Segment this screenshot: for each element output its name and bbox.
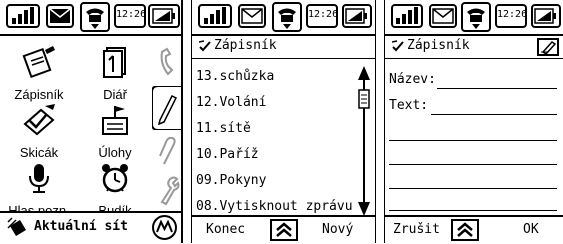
phone-icon[interactable] [156,46,180,80]
text-line[interactable] [389,140,557,141]
title-bar: Zápisník [192,36,375,59]
wrench-icon[interactable] [156,174,180,208]
screen-title: Zápisník [214,38,277,53]
notepad-icon [22,46,55,79]
text-field[interactable] [431,114,557,115]
name-label: Název: [389,72,436,87]
name-field[interactable] [437,88,557,89]
pencil-icon [541,41,557,55]
text-label: Text: [389,98,429,113]
battery-icon [342,4,372,28]
text-line[interactable] [389,164,557,165]
clock-display: 12:26 [306,4,338,28]
notes-list: 13.schůzka 12.Volání 11.sítě 10.Paříž 09… [196,64,362,220]
battery-icon [531,4,561,28]
text-line[interactable] [389,188,557,189]
signal-strength-icon [391,4,423,28]
scrollbar[interactable] [357,64,371,218]
status-bar: 12:26 [0,0,181,36]
clock-time: 12:26 [308,9,339,20]
microphone-icon [29,164,49,193]
clock-display: 12:26 [114,4,146,28]
app-label: Úlohy [98,145,132,160]
pencil-icon[interactable] [152,86,181,130]
network-icon [7,217,26,236]
app-sketchpad[interactable]: Skicák [4,104,74,162]
paperclip-icon[interactable] [156,136,180,170]
new-button[interactable]: Nový [322,222,353,237]
category-tabs [152,36,181,212]
app-notepad[interactable]: Zápisník [4,46,74,104]
title-bar: Zápisník [385,36,563,59]
alarm-clock-icon [102,164,128,193]
app-tasks[interactable]: Úlohy [80,104,150,162]
notepad-icon [198,40,211,52]
clock-time: 12:26 [497,9,528,20]
exit-button[interactable]: Konec [206,222,245,237]
menu-button[interactable] [451,219,479,241]
network-status-bar: Aktuální sít [0,211,181,243]
list-item[interactable]: 11.sítě [196,116,362,142]
signal-strength-icon [6,4,40,28]
envelope-icon[interactable] [238,4,266,28]
list-item[interactable]: 12.Volání [196,90,362,116]
clock-time: 12:26 [116,9,147,20]
text-line[interactable] [389,210,557,211]
app-diary[interactable]: Diář [80,46,150,104]
clock-display: 12:26 [495,4,527,28]
cancel-button[interactable]: Zrušit [393,222,440,237]
softkey-bar: Konec Nový [192,215,375,243]
launcher-screen: 12:26 Zápisník Diář Skicák Úlohy Hlas.po… [0,0,183,243]
note-edit-screen: 12:26 Zápisník Název: Text: Zrušit OK [384,0,563,243]
scroll-down-arrow-icon[interactable] [358,202,370,216]
tasks-icon [102,106,128,135]
battery-icon [148,4,180,28]
list-item[interactable]: 13.schůzka [196,64,362,90]
screen-title: Zápisník [407,38,470,53]
menu-chevron-icon [457,222,473,237]
phone-icon[interactable] [272,2,302,32]
menu-chevron-icon [276,222,292,237]
signal-strength-icon [198,4,232,28]
envelope-icon[interactable] [46,4,74,28]
app-label: Zápisník [14,87,64,102]
status-bar: 12:26 [385,0,563,36]
app-grid: Zápisník Diář Skicák Úlohy Hlas.pozn. Bu… [0,36,152,218]
menu-button[interactable] [270,219,298,241]
notepad-icon [391,40,404,52]
sketchpad-icon [23,104,55,136]
status-bar: 12:26 [192,0,375,36]
notes-list-screen: 12:26 Zápisník 13.schůzka 12.Volání 11.s… [191,0,376,243]
scroll-up-arrow-icon[interactable] [358,66,370,80]
envelope-icon[interactable] [429,4,457,28]
app-label: Diář [103,87,127,102]
list-item[interactable]: 09.Pokyny [196,168,362,194]
phone-icon[interactable] [461,2,491,32]
diary-icon [103,47,126,78]
ok-button[interactable]: OK [523,222,539,237]
softkey-bar: Zrušit OK [385,215,563,243]
list-item[interactable]: 10.Paříž [196,142,362,168]
app-label: Skicák [19,145,59,160]
motorola-logo-icon[interactable] [152,215,177,240]
edit-button[interactable] [537,38,559,56]
phone-icon[interactable] [80,2,110,32]
network-name: Aktuální sít [34,219,128,234]
